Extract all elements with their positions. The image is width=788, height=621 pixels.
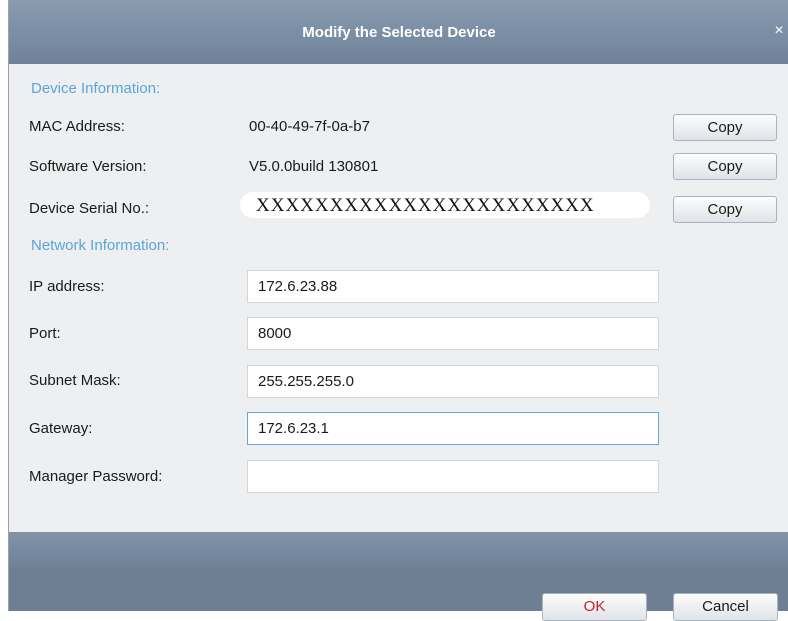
copy-mac-button[interactable]: Copy [673, 114, 777, 141]
cancel-button[interactable]: Cancel [673, 593, 778, 621]
software-version-label: Software Version: [29, 158, 147, 175]
copy-serial-button[interactable]: Copy [673, 196, 777, 223]
dialog-titlebar[interactable]: Modify the Selected Device × [9, 0, 788, 64]
modify-device-dialog: Modify the Selected Device × Device Info… [8, 0, 788, 621]
network-information-heading: Network Information: [31, 237, 170, 254]
manager-password-input[interactable] [247, 460, 659, 493]
ip-address-label: IP address: [29, 278, 105, 295]
ok-button[interactable]: OK [542, 593, 647, 621]
ip-address-input[interactable]: 172.6.23.88 [247, 270, 659, 303]
software-version-value: V5.0.0build 130801 [249, 158, 379, 175]
manager-password-label: Manager Password: [29, 468, 163, 485]
port-input[interactable]: 8000 [247, 317, 659, 350]
close-icon[interactable]: × [771, 22, 787, 40]
dialog-footer [9, 568, 788, 611]
gateway-label: Gateway: [29, 420, 93, 437]
port-label: Port: [29, 325, 61, 342]
device-serial-value: XXXXXXXXXXXXXXXXXXXXXXX [256, 195, 595, 216]
mac-address-label: MAC Address: [29, 118, 125, 135]
subnet-mask-input[interactable]: 255.255.255.0 [247, 365, 659, 398]
device-serial-label: Device Serial No.: [29, 200, 150, 217]
subnet-mask-label: Subnet Mask: [29, 372, 121, 389]
copy-software-version-button[interactable]: Copy [673, 153, 777, 180]
gateway-input[interactable]: 172.6.23.1 [247, 412, 659, 445]
dialog-footer-gradient [9, 532, 788, 568]
mac-address-value: 00-40-49-7f-0a-b7 [249, 118, 370, 135]
dialog-title: Modify the Selected Device [302, 24, 496, 41]
device-information-heading: Device Information: [31, 80, 161, 97]
